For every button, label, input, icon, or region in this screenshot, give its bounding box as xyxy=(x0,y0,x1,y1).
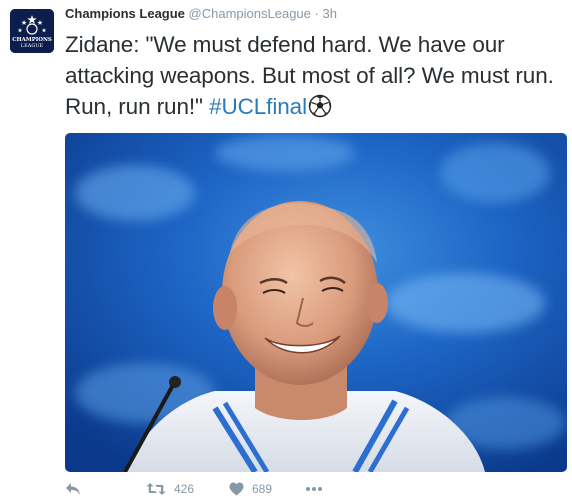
retweet-count: 426 xyxy=(174,482,195,496)
more-icon xyxy=(306,487,322,491)
press-conference-photo xyxy=(65,133,567,472)
reply-button[interactable] xyxy=(65,480,81,498)
retweet-button[interactable]: 426 xyxy=(146,480,194,498)
separator: · xyxy=(314,6,319,21)
tweet-actions: 426 689 xyxy=(65,480,565,498)
hashtag-link[interactable]: #UCLfinal xyxy=(209,94,307,119)
champions-league-logo: CHAMPIONS LEAGUE xyxy=(10,9,54,53)
svg-text:LEAGUE: LEAGUE xyxy=(21,43,44,49)
more-button[interactable] xyxy=(305,480,323,498)
avatar[interactable]: CHAMPIONS LEAGUE xyxy=(10,9,54,53)
like-button[interactable]: 689 xyxy=(229,480,272,498)
heart-icon xyxy=(229,482,244,496)
timestamp[interactable]: 3h xyxy=(322,6,336,21)
tweet-text: Zidane: "We must defend hard. We have ou… xyxy=(65,29,565,126)
author-handle[interactable]: @ChampionsLeague xyxy=(189,6,311,21)
retweet-icon xyxy=(146,483,166,495)
tweet-photo[interactable] xyxy=(65,133,567,472)
like-count: 689 xyxy=(252,482,273,496)
tweet: CHAMPIONS LEAGUE Champions League @Champ… xyxy=(0,0,572,499)
tweet-header: Champions League @ChampionsLeague · 3h xyxy=(65,6,337,22)
author-name[interactable]: Champions League xyxy=(65,6,185,21)
soccer-ball-icon xyxy=(308,94,332,126)
reply-icon xyxy=(66,483,80,495)
